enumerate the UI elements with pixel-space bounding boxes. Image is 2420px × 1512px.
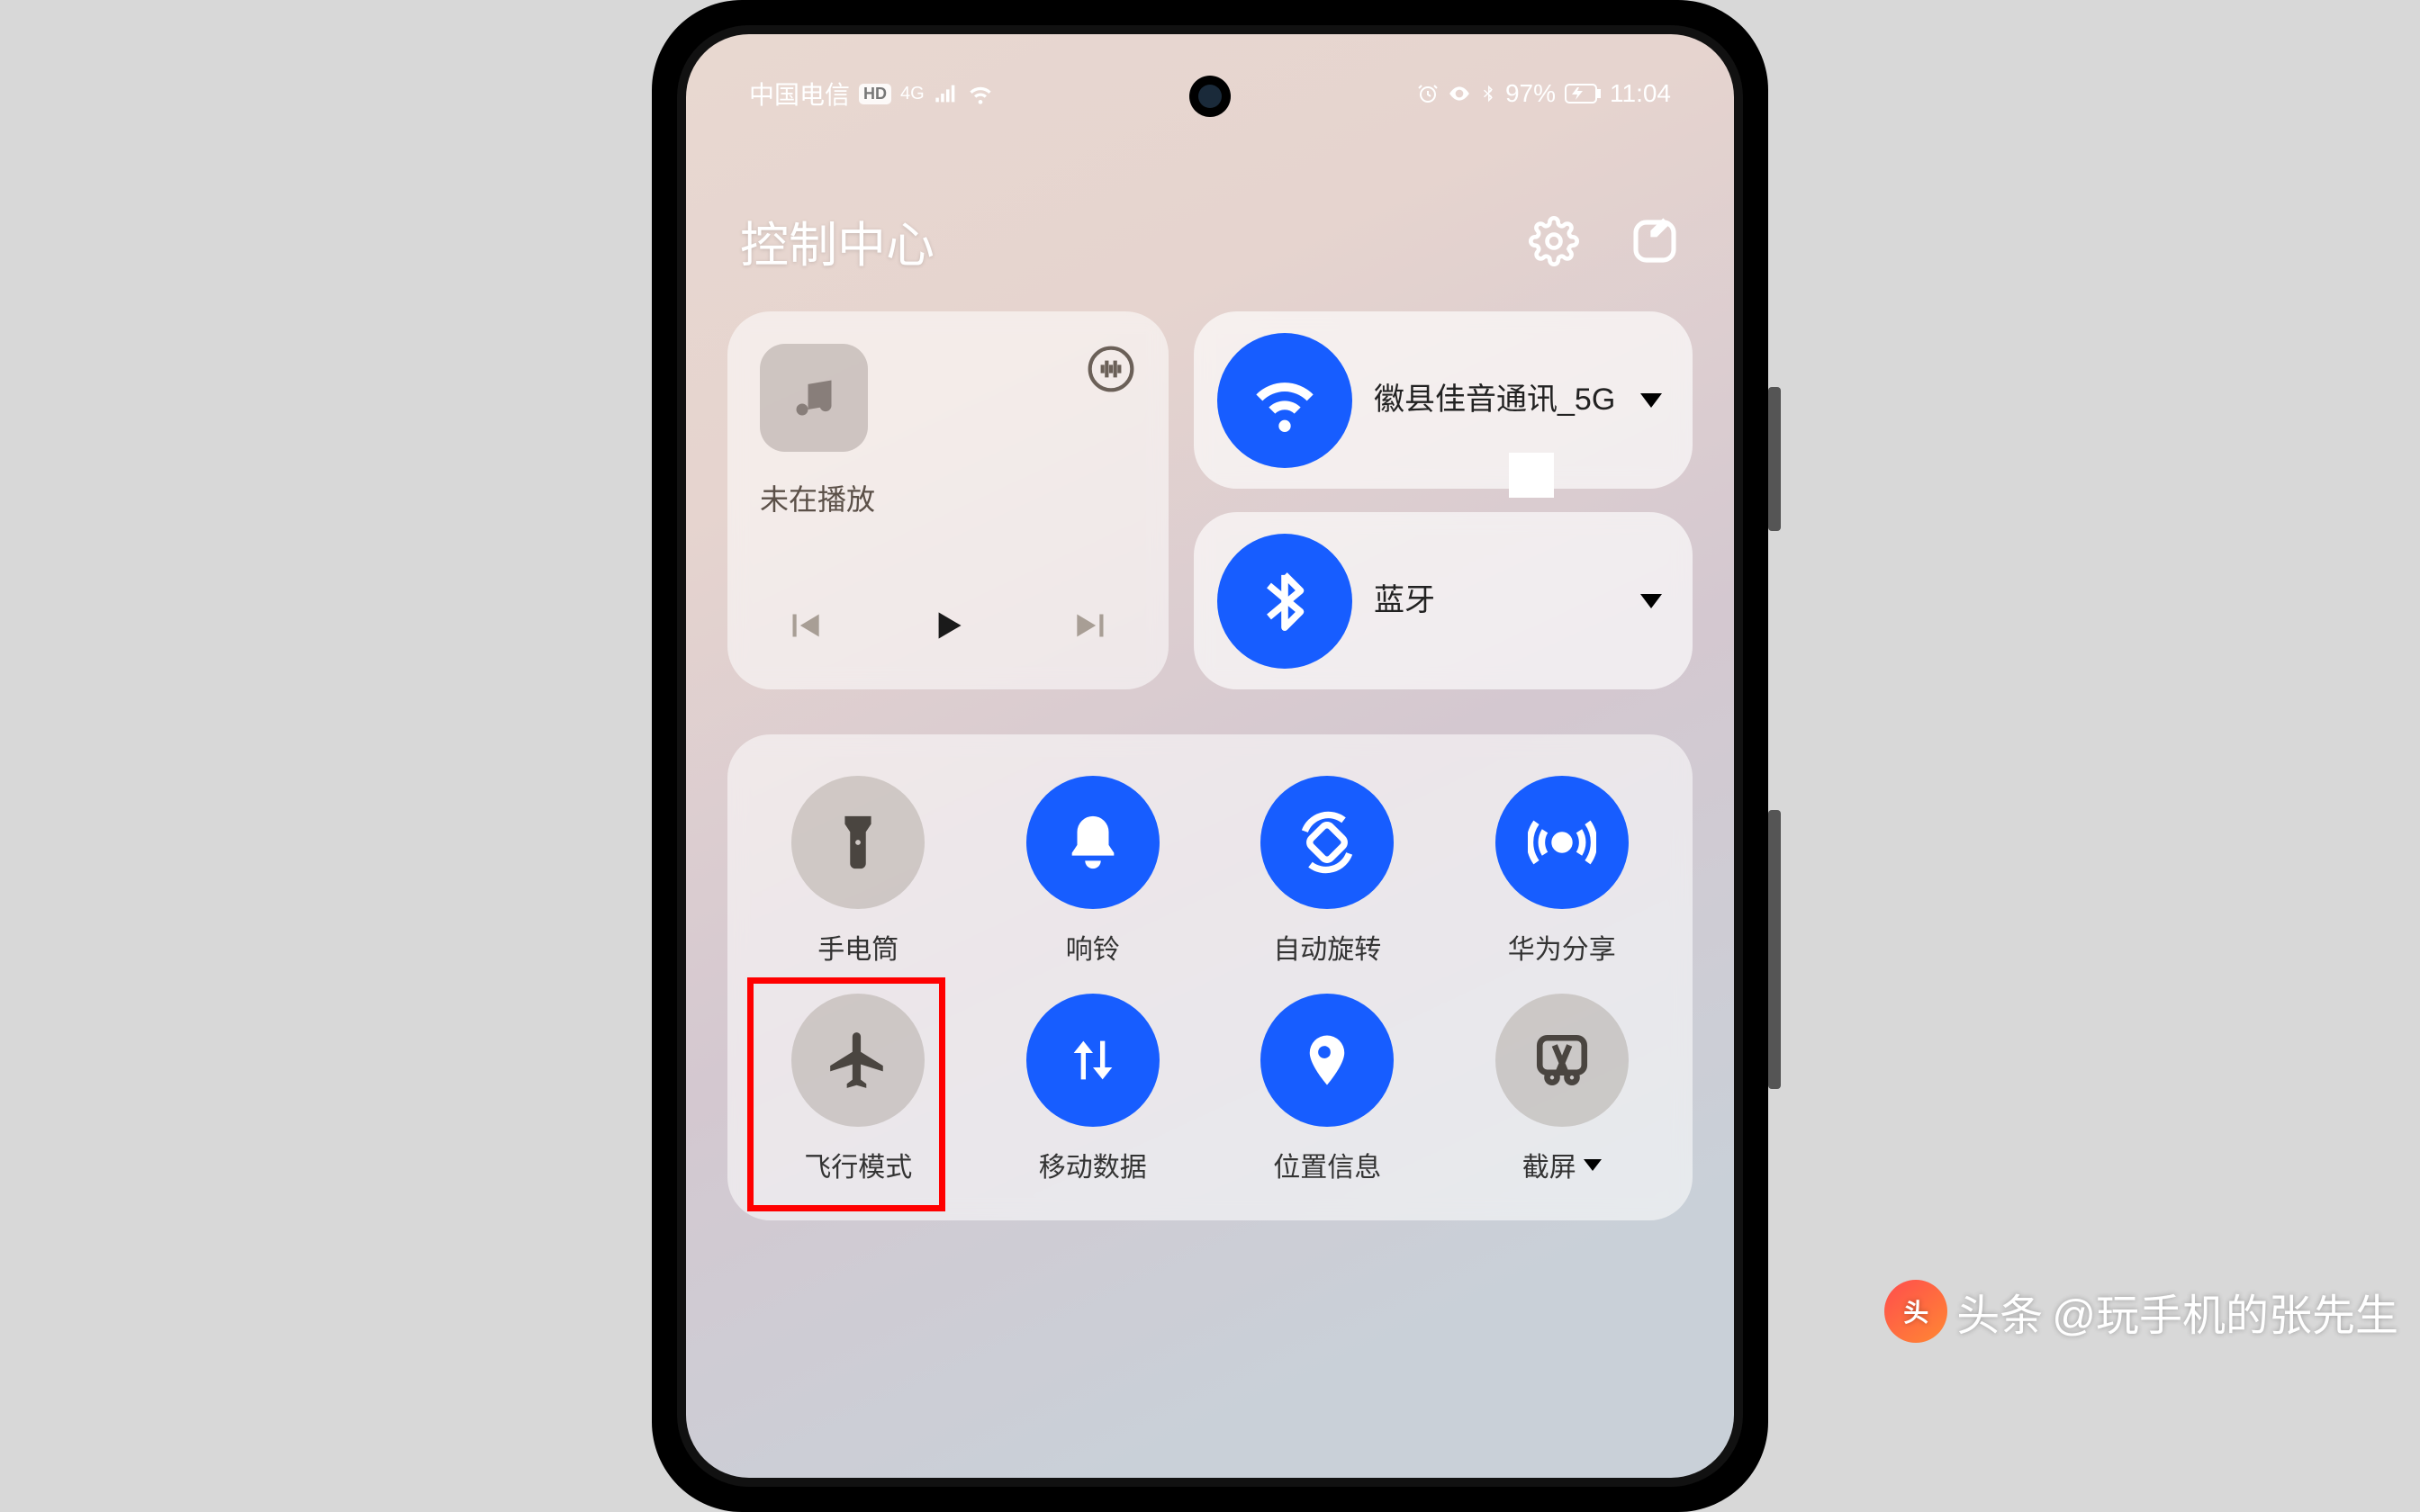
screenshot-toggle[interactable]: 截屏 bbox=[1467, 994, 1657, 1184]
airplane-mode-toggle[interactable]: 飞行模式 bbox=[763, 994, 953, 1184]
share-signal-icon bbox=[1528, 808, 1596, 877]
autorotate-toggle[interactable]: 自动旋转 bbox=[1233, 776, 1422, 967]
play-button[interactable] bbox=[926, 603, 971, 648]
media-status-label: 未在播放 bbox=[760, 477, 1136, 518]
rotate-icon bbox=[1294, 809, 1360, 876]
chevron-down-icon[interactable] bbox=[1640, 393, 1662, 408]
flashlight-icon bbox=[826, 811, 889, 874]
media-player-card[interactable]: 未在播放 bbox=[727, 311, 1169, 689]
watermark: 头 头条 @玩手机的张先生 bbox=[1884, 1280, 2398, 1343]
phone-side-button bbox=[1768, 810, 1781, 1089]
battery-percent: 97% bbox=[1505, 79, 1556, 108]
camera-hole bbox=[1189, 76, 1231, 117]
airplane-icon bbox=[825, 1027, 891, 1094]
settings-icon[interactable] bbox=[1529, 216, 1579, 266]
phone-side-button bbox=[1768, 387, 1781, 531]
screenshot-icon bbox=[1532, 1030, 1592, 1090]
chevron-down-icon[interactable] bbox=[1584, 1159, 1602, 1171]
bluetooth-label: 蓝牙 bbox=[1374, 580, 1619, 620]
data-arrows-icon bbox=[1064, 1031, 1122, 1089]
watermark-prefix: 头条 bbox=[1956, 1280, 2043, 1343]
location-toggle[interactable]: 位置信息 bbox=[1233, 994, 1422, 1184]
battery-icon bbox=[1565, 84, 1601, 104]
mobile-data-toggle[interactable]: 移动数据 bbox=[998, 994, 1188, 1184]
toggle-label: 自动旋转 bbox=[1273, 927, 1381, 967]
toggle-label: 移动数据 bbox=[1039, 1145, 1147, 1184]
page-title: 控制中心 bbox=[740, 205, 935, 276]
phone-device-frame: 中国电信 HD 4G 97% 11:04 控制中心 bbox=[652, 0, 1768, 1512]
cast-audio-icon[interactable] bbox=[1086, 344, 1136, 394]
bluetooth-icon bbox=[1217, 534, 1352, 669]
watermark-handle: @玩手机的张先生 bbox=[2052, 1280, 2398, 1343]
album-art-placeholder bbox=[760, 344, 868, 452]
ringer-toggle[interactable]: 响铃 bbox=[998, 776, 1188, 967]
toggle-label: 位置信息 bbox=[1273, 1145, 1381, 1184]
previous-track-button[interactable] bbox=[781, 603, 826, 648]
wifi-name-label: 徽县佳音通讯_5G bbox=[1374, 380, 1619, 419]
chevron-down-icon[interactable] bbox=[1640, 594, 1662, 608]
toggle-label: 华为分享 bbox=[1508, 927, 1616, 967]
next-track-button[interactable] bbox=[1070, 603, 1115, 648]
music-note-icon bbox=[790, 374, 837, 421]
control-center-header: 控制中心 bbox=[686, 205, 1734, 276]
huawei-share-toggle[interactable]: 华为分享 bbox=[1467, 776, 1657, 967]
bluetooth-toggle-card[interactable]: 蓝牙 bbox=[1194, 512, 1693, 689]
signal-icon bbox=[934, 81, 959, 106]
bell-icon bbox=[1061, 811, 1124, 874]
wifi-icon bbox=[968, 81, 993, 106]
toggle-label: 截屏 bbox=[1522, 1145, 1576, 1184]
wifi-icon bbox=[1217, 333, 1352, 468]
clock: 11:04 bbox=[1610, 79, 1671, 108]
toggle-label: 飞行模式 bbox=[804, 1145, 912, 1184]
overlay-artifact bbox=[1509, 453, 1554, 498]
quick-toggles-panel: 手电筒 响铃 自动旋转 华为分享 bbox=[727, 734, 1693, 1220]
toutiao-logo-icon: 头 bbox=[1884, 1280, 1947, 1343]
flashlight-toggle[interactable]: 手电筒 bbox=[763, 776, 953, 967]
wifi-toggle-card[interactable]: 徽县佳音通讯_5G bbox=[1194, 311, 1693, 489]
toggle-label: 响铃 bbox=[1066, 927, 1120, 967]
alarm-icon bbox=[1417, 83, 1439, 104]
phone-screen: 中国电信 HD 4G 97% 11:04 控制中心 bbox=[686, 34, 1734, 1478]
edit-icon[interactable] bbox=[1630, 216, 1680, 266]
eye-icon bbox=[1448, 82, 1471, 105]
bluetooth-icon bbox=[1480, 81, 1496, 106]
hd-badge: HD bbox=[859, 84, 891, 104]
carrier-label: 中国电信 bbox=[749, 76, 850, 112]
location-pin-icon bbox=[1297, 1030, 1357, 1090]
network-label: 4G bbox=[900, 84, 925, 104]
toggle-label: 手电筒 bbox=[817, 927, 898, 967]
